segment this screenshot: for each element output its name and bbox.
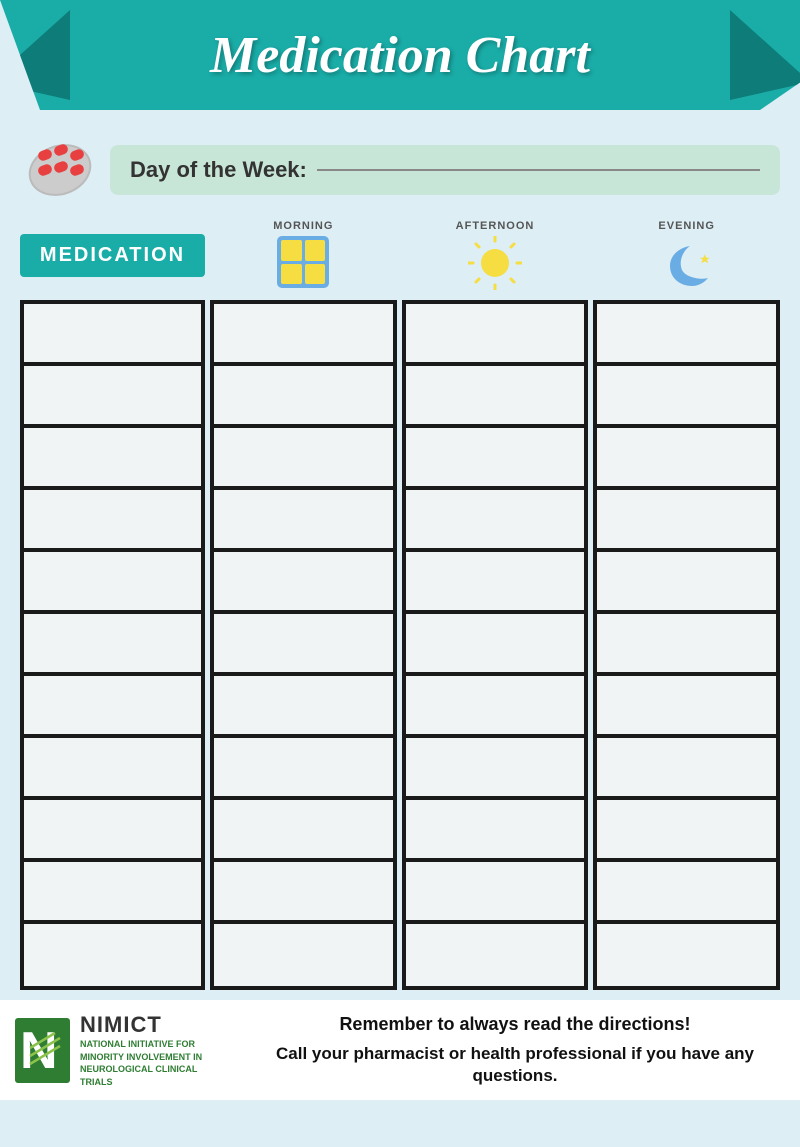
grid-cell [214,924,393,986]
grid-cell [24,800,201,862]
grid-cell [597,490,776,552]
grid-cell [406,676,585,738]
footer-message-line1: Remember to always read the directions! [245,1014,785,1035]
grid-cell [214,738,393,800]
grid-cell [597,862,776,924]
nimict-logo-icon: N [15,1018,70,1083]
moon-icon [660,236,714,290]
time-column-3 [593,300,780,990]
medication-column [20,300,205,990]
time-column-1 [210,300,397,990]
day-section: Day of the Week: [20,130,780,210]
time-column-2 [402,300,589,990]
footer-message-line2: Call your pharmacist or health professio… [245,1043,785,1087]
grid-cell [597,738,776,800]
grid-cell [597,924,776,986]
grid-cell [597,366,776,428]
grid-cell [24,490,201,552]
morning-header: MORNING [210,220,397,290]
grid-cell [214,366,393,428]
sun-icon [468,236,522,290]
grid-cell [24,366,201,428]
grid-cell [406,862,585,924]
footer-message: Remember to always read the directions! … [245,1014,785,1087]
header-banner: Medication Chart [0,0,800,110]
morning-grid-cell [305,240,326,261]
grid-cell [214,800,393,862]
grid-cell [597,676,776,738]
grid-cell [406,366,585,428]
footer: N NIMICT NATIONAL INITIATIVE FOR MINORIT… [0,1000,800,1100]
morning-grid-cell [305,264,326,285]
grid-cell [406,738,585,800]
day-of-week-banner: Day of the Week: [110,145,780,195]
afternoon-header: AFTERNOON [402,220,589,290]
grid-cell [406,490,585,552]
grid-cell [406,428,585,490]
day-input-line [317,169,760,171]
grid-cell [406,552,585,614]
afternoon-label: AFTERNOON [456,220,535,232]
grid-cell [597,304,776,366]
grid-cell [24,862,201,924]
grid-cell [406,800,585,862]
brand-tagline: NATIONAL INITIATIVE FOR MINORITY INVOLVE… [80,1038,230,1088]
morning-label: MORNING [273,220,333,232]
grid-cell [24,614,201,676]
grid-cell [214,552,393,614]
time-column-headers: MORNING AFTERNOON [210,220,780,290]
evening-label: EVENING [658,220,715,232]
grid-cell [597,428,776,490]
morning-icon [277,236,329,288]
grid-cell [24,552,201,614]
grid-cell [214,428,393,490]
footer-brand: NIMICT NATIONAL INITIATIVE FOR MINORITY … [80,1012,230,1088]
day-label: Day of the Week: [130,157,307,183]
footer-logo: N NIMICT NATIONAL INITIATIVE FOR MINORIT… [15,1012,230,1088]
medication-grid [20,300,780,990]
morning-grid-cell [281,264,302,285]
morning-grid-cell [281,240,302,261]
grid-cell [24,428,201,490]
grid-cell [597,614,776,676]
grid-cell [214,862,393,924]
column-headers: MEDICATION MORNING AFTERNOON [20,220,780,295]
evening-header: EVENING [593,220,780,290]
medication-column-header: MEDICATION [20,234,205,277]
grid-cell [24,738,201,800]
grid-cell [597,552,776,614]
page-title: Medication Chart [210,26,590,85]
grid-cell [406,924,585,986]
grid-cell [406,614,585,676]
pill-icon [20,130,100,210]
grid-cell [24,304,201,366]
grid-cell [24,676,201,738]
grid-cell [597,800,776,862]
grid-cell [214,676,393,738]
grid-cell [406,304,585,366]
grid-cell [214,614,393,676]
grid-cell [214,304,393,366]
grid-cell [214,490,393,552]
brand-name: NIMICT [80,1012,230,1038]
grid-cell [24,924,201,986]
